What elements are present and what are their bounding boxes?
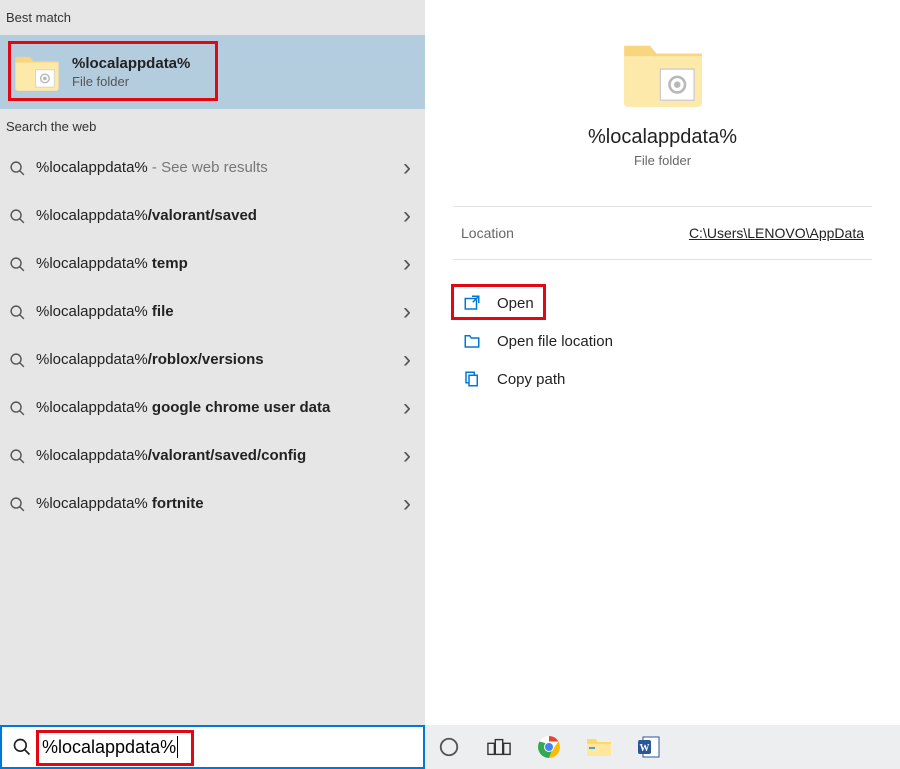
word-icon[interactable]: W bbox=[635, 733, 663, 761]
web-result[interactable]: %localappdata% google chrome user data› bbox=[0, 384, 425, 432]
preview-actions: Open Open file location Copy path bbox=[425, 270, 900, 412]
location-label: Location bbox=[461, 225, 514, 241]
open-action[interactable]: Open bbox=[453, 284, 872, 322]
web-result[interactable]: %localappdata%/roblox/versions› bbox=[0, 336, 425, 384]
web-result-label: %localappdata% file bbox=[36, 302, 403, 322]
web-result[interactable]: %localappdata% fortnite› bbox=[0, 480, 425, 528]
chevron-right-icon[interactable]: › bbox=[403, 298, 411, 326]
open-label: Open bbox=[497, 295, 534, 312]
folder-icon bbox=[14, 52, 60, 92]
open-location-label: Open file location bbox=[497, 333, 613, 350]
chevron-right-icon[interactable]: › bbox=[403, 202, 411, 230]
web-header: Search the web bbox=[0, 109, 425, 144]
web-result[interactable]: %localappdata%/valorant/saved/config› bbox=[0, 432, 425, 480]
open-icon bbox=[459, 294, 485, 312]
text-cursor bbox=[177, 736, 178, 758]
divider bbox=[453, 206, 872, 207]
web-result[interactable]: %localappdata% - See web results› bbox=[0, 144, 425, 192]
search-icon bbox=[8, 207, 26, 225]
web-result[interactable]: %localappdata% temp› bbox=[0, 240, 425, 288]
chevron-right-icon[interactable]: › bbox=[403, 250, 411, 278]
search-input[interactable]: %localappdata% bbox=[0, 725, 425, 769]
windows-search-panel: Best match %localappdata% File folder Se… bbox=[0, 0, 900, 769]
file-explorer-icon[interactable] bbox=[585, 733, 613, 761]
folder-open-icon bbox=[459, 332, 485, 350]
taskbar: W bbox=[425, 725, 900, 769]
chevron-right-icon[interactable]: › bbox=[403, 442, 411, 470]
best-match-header: Best match bbox=[0, 0, 425, 35]
folder-icon bbox=[621, 38, 705, 108]
web-result-label: %localappdata% google chrome user data bbox=[36, 398, 403, 418]
best-match-title: %localappdata% bbox=[72, 55, 190, 72]
location-row: Location C:\Users\LENOVO\AppData bbox=[425, 217, 900, 249]
search-icon bbox=[8, 495, 26, 513]
best-match-subtitle: File folder bbox=[72, 74, 190, 89]
preview-title: %localappdata% bbox=[588, 126, 737, 149]
search-icon bbox=[8, 399, 26, 417]
preview-summary: %localappdata% File folder bbox=[425, 0, 900, 196]
search-icon bbox=[8, 159, 26, 177]
task-view-icon[interactable] bbox=[485, 733, 513, 761]
chrome-icon[interactable] bbox=[535, 733, 563, 761]
web-result[interactable]: %localappdata% file› bbox=[0, 288, 425, 336]
copy-icon bbox=[459, 370, 485, 388]
best-match-result[interactable]: %localappdata% File folder bbox=[0, 35, 425, 109]
search-icon bbox=[8, 303, 26, 321]
search-query-text: %localappdata% bbox=[42, 737, 176, 758]
web-result-label: %localappdata% - See web results bbox=[36, 158, 403, 178]
web-result-label: %localappdata% temp bbox=[36, 254, 403, 274]
web-results-list: %localappdata% - See web results›%locala… bbox=[0, 144, 425, 528]
web-result-label: %localappdata%/valorant/saved bbox=[36, 206, 403, 226]
results-pane: Best match %localappdata% File folder Se… bbox=[0, 0, 425, 769]
chevron-right-icon[interactable]: › bbox=[403, 394, 411, 422]
svg-text:W: W bbox=[640, 743, 650, 754]
preview-subtitle: File folder bbox=[634, 153, 691, 168]
web-result-label: %localappdata% fortnite bbox=[36, 494, 403, 514]
search-icon bbox=[8, 447, 26, 465]
chevron-right-icon[interactable]: › bbox=[403, 154, 411, 182]
chevron-right-icon[interactable]: › bbox=[403, 346, 411, 374]
cortana-icon[interactable] bbox=[435, 733, 463, 761]
copy-path-label: Copy path bbox=[497, 371, 565, 388]
web-result-label: %localappdata%/roblox/versions bbox=[36, 350, 403, 370]
open-location-action[interactable]: Open file location bbox=[453, 322, 872, 360]
copy-path-action[interactable]: Copy path bbox=[453, 360, 872, 398]
search-icon bbox=[2, 727, 42, 767]
preview-pane: %localappdata% File folder Location C:\U… bbox=[425, 0, 900, 769]
divider bbox=[453, 259, 872, 260]
web-result-label: %localappdata%/valorant/saved/config bbox=[36, 446, 403, 466]
web-result[interactable]: %localappdata%/valorant/saved› bbox=[0, 192, 425, 240]
chevron-right-icon[interactable]: › bbox=[403, 490, 411, 518]
search-icon bbox=[8, 255, 26, 273]
location-value[interactable]: C:\Users\LENOVO\AppData bbox=[689, 225, 864, 241]
search-icon bbox=[8, 351, 26, 369]
